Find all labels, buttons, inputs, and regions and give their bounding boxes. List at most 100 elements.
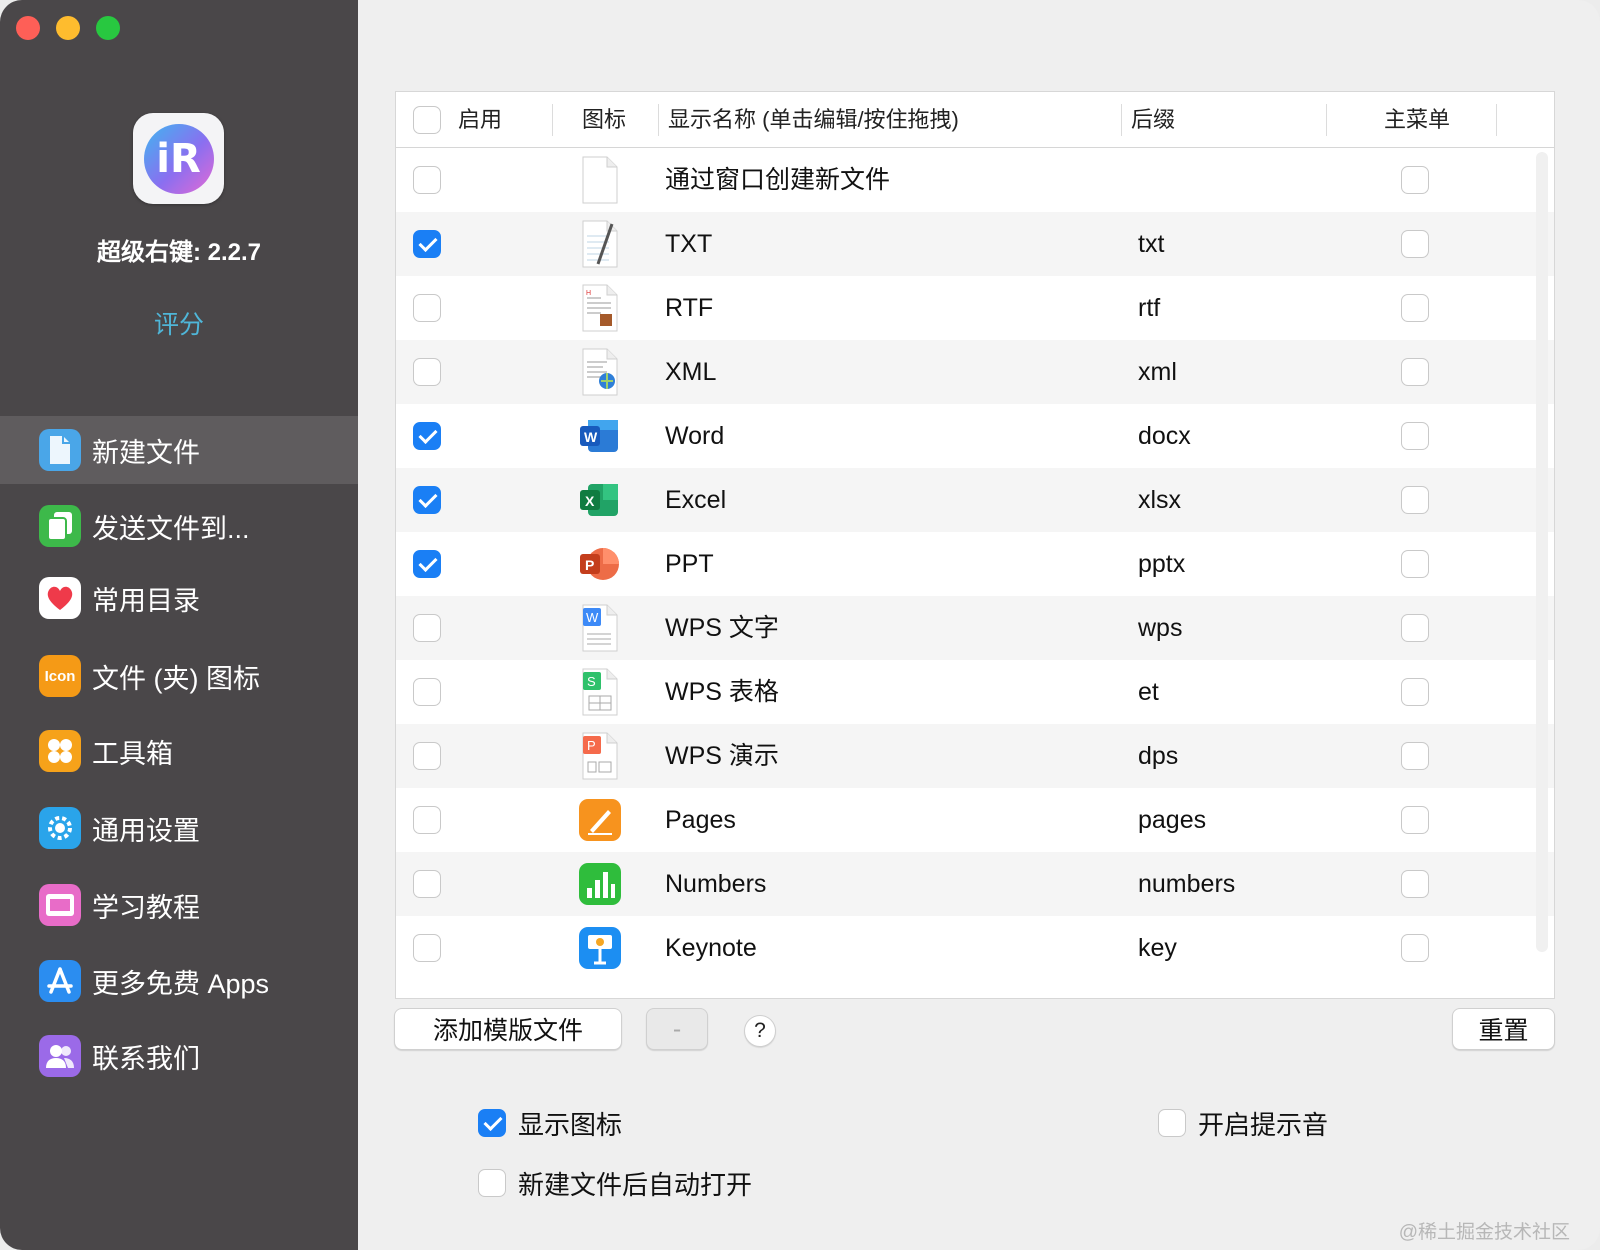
enable-checkbox[interactable] bbox=[413, 358, 441, 386]
sidebar-item[interactable]: 常用目录 bbox=[0, 564, 358, 632]
header-suffix[interactable]: 后缀 bbox=[1131, 92, 1175, 148]
row-display-name[interactable]: 通过窗口创建新文件 bbox=[665, 148, 890, 212]
table-row[interactable]: Keynote key bbox=[396, 916, 1554, 980]
table-row[interactable]: 通过窗口创建新文件 bbox=[396, 148, 1554, 212]
sidebar-item[interactable]: Icon 文件 (夹) 图标 bbox=[0, 642, 358, 710]
main-menu-checkbox[interactable] bbox=[1401, 870, 1429, 898]
row-suffix[interactable]: pages bbox=[1138, 788, 1206, 852]
sound-option[interactable]: 开启提示音 bbox=[1158, 1103, 1328, 1143]
table-row[interactable]: P PPT pptx bbox=[396, 532, 1554, 596]
row-suffix[interactable]: wps bbox=[1138, 596, 1182, 660]
enable-checkbox[interactable] bbox=[413, 742, 441, 770]
table-row[interactable]: Pages pages bbox=[396, 788, 1554, 852]
table-row[interactable]: W WPS 文字 wps bbox=[396, 596, 1554, 660]
table-row[interactable]: Numbers numbers bbox=[396, 852, 1554, 916]
sidebar-item[interactable]: 发送文件到... bbox=[0, 492, 358, 560]
row-suffix[interactable]: key bbox=[1138, 916, 1177, 980]
main-menu-checkbox[interactable] bbox=[1401, 486, 1429, 514]
main-menu-checkbox[interactable] bbox=[1401, 678, 1429, 706]
row-display-name[interactable]: TXT bbox=[665, 212, 712, 276]
sound-checkbox[interactable] bbox=[1158, 1109, 1186, 1137]
enable-checkbox[interactable] bbox=[413, 934, 441, 962]
main-menu-checkbox[interactable] bbox=[1401, 614, 1429, 642]
enable-checkbox[interactable] bbox=[413, 550, 441, 578]
row-display-name[interactable]: PPT bbox=[665, 532, 714, 596]
row-display-name[interactable]: Keynote bbox=[665, 916, 757, 980]
vertical-scrollbar[interactable] bbox=[1536, 152, 1548, 952]
row-display-name[interactable]: RTF bbox=[665, 276, 713, 340]
header-name[interactable]: 显示名称 (单击编辑/按住拖拽) bbox=[668, 92, 959, 148]
sidebar-item[interactable]: 通用设置 bbox=[0, 794, 358, 862]
zoom-window-button[interactable] bbox=[96, 16, 120, 40]
column-divider[interactable] bbox=[658, 104, 659, 136]
minimize-window-button[interactable] bbox=[56, 16, 80, 40]
enable-checkbox[interactable] bbox=[413, 870, 441, 898]
row-suffix[interactable]: xml bbox=[1138, 340, 1177, 404]
column-divider[interactable] bbox=[552, 104, 553, 136]
main-menu-checkbox[interactable] bbox=[1401, 422, 1429, 450]
main-menu-checkbox[interactable] bbox=[1401, 294, 1429, 322]
row-suffix[interactable]: xlsx bbox=[1138, 468, 1181, 532]
main-menu-checkbox[interactable] bbox=[1401, 806, 1429, 834]
sidebar-item[interactable]: 工具箱 bbox=[0, 717, 358, 785]
enable-checkbox[interactable] bbox=[413, 806, 441, 834]
row-display-name[interactable]: WPS 表格 bbox=[665, 660, 779, 724]
enable-checkbox[interactable] bbox=[413, 294, 441, 322]
row-suffix[interactable]: dps bbox=[1138, 724, 1178, 788]
sidebar-item[interactable]: 新建文件 bbox=[0, 416, 358, 484]
table-row[interactable]: TXT txt bbox=[396, 212, 1554, 276]
header-enable[interactable]: 启用 bbox=[458, 92, 502, 148]
enable-checkbox[interactable] bbox=[413, 422, 441, 450]
auto-open-checkbox[interactable] bbox=[478, 1169, 506, 1197]
row-suffix[interactable]: txt bbox=[1138, 212, 1164, 276]
sidebar-item[interactable]: 学习教程 bbox=[0, 871, 358, 939]
row-display-name[interactable]: Pages bbox=[665, 788, 736, 852]
table-row[interactable]: S WPS 表格 et bbox=[396, 660, 1554, 724]
row-display-name[interactable]: WPS 文字 bbox=[665, 596, 779, 660]
sidebar-item-label: 文件 (夹) 图标 bbox=[92, 663, 260, 694]
header-main-menu[interactable]: 主菜单 bbox=[1384, 92, 1450, 148]
row-display-name[interactable]: Word bbox=[665, 404, 724, 468]
row-display-name[interactable]: Numbers bbox=[665, 852, 766, 916]
row-suffix[interactable]: rtf bbox=[1138, 276, 1160, 340]
main-menu-checkbox[interactable] bbox=[1401, 934, 1429, 962]
select-all-checkbox[interactable] bbox=[413, 106, 441, 134]
column-divider[interactable] bbox=[1496, 104, 1497, 136]
main-menu-checkbox[interactable] bbox=[1401, 230, 1429, 258]
row-suffix[interactable]: et bbox=[1138, 660, 1159, 724]
show-icon-checkbox[interactable] bbox=[478, 1109, 506, 1137]
column-divider[interactable] bbox=[1326, 104, 1327, 136]
sidebar-item[interactable]: 更多免费 Apps bbox=[0, 947, 358, 1015]
row-suffix[interactable]: docx bbox=[1138, 404, 1191, 468]
sidebar-item[interactable]: 联系我们 bbox=[0, 1022, 358, 1090]
rate-link[interactable]: 评分 bbox=[0, 305, 358, 341]
enable-checkbox[interactable] bbox=[413, 166, 441, 194]
enable-checkbox[interactable] bbox=[413, 614, 441, 642]
show-icon-option[interactable]: 显示图标 bbox=[478, 1103, 622, 1143]
table-row[interactable]: W Word docx bbox=[396, 404, 1554, 468]
row-display-name[interactable]: WPS 演示 bbox=[665, 724, 779, 788]
main-menu-checkbox[interactable] bbox=[1401, 550, 1429, 578]
auto-open-option[interactable]: 新建文件后自动打开 bbox=[478, 1163, 752, 1203]
row-suffix[interactable]: numbers bbox=[1138, 852, 1235, 916]
row-display-name[interactable]: Excel bbox=[665, 468, 726, 532]
enable-checkbox[interactable] bbox=[413, 230, 441, 258]
row-suffix[interactable]: pptx bbox=[1138, 532, 1185, 596]
main-menu-checkbox[interactable] bbox=[1401, 742, 1429, 770]
table-row[interactable]: P WPS 演示 dps bbox=[396, 724, 1554, 788]
enable-checkbox[interactable] bbox=[413, 678, 441, 706]
close-window-button[interactable] bbox=[16, 16, 40, 40]
table-row[interactable]: X Excel xlsx bbox=[396, 468, 1554, 532]
reset-button[interactable]: 重置 bbox=[1452, 1008, 1555, 1050]
column-divider[interactable] bbox=[1121, 104, 1122, 136]
header-icon[interactable]: 图标 bbox=[582, 92, 626, 148]
main-menu-checkbox[interactable] bbox=[1401, 358, 1429, 386]
table-row[interactable]: XML xml bbox=[396, 340, 1554, 404]
main-menu-checkbox[interactable] bbox=[1401, 166, 1429, 194]
row-display-name[interactable]: XML bbox=[665, 340, 716, 404]
add-template-button[interactable]: 添加模版文件 bbox=[394, 1008, 622, 1050]
help-button[interactable]: ? bbox=[744, 1015, 776, 1047]
enable-checkbox[interactable] bbox=[413, 486, 441, 514]
table-row[interactable]: H RTF rtf bbox=[396, 276, 1554, 340]
remove-button[interactable]: - bbox=[646, 1008, 708, 1050]
